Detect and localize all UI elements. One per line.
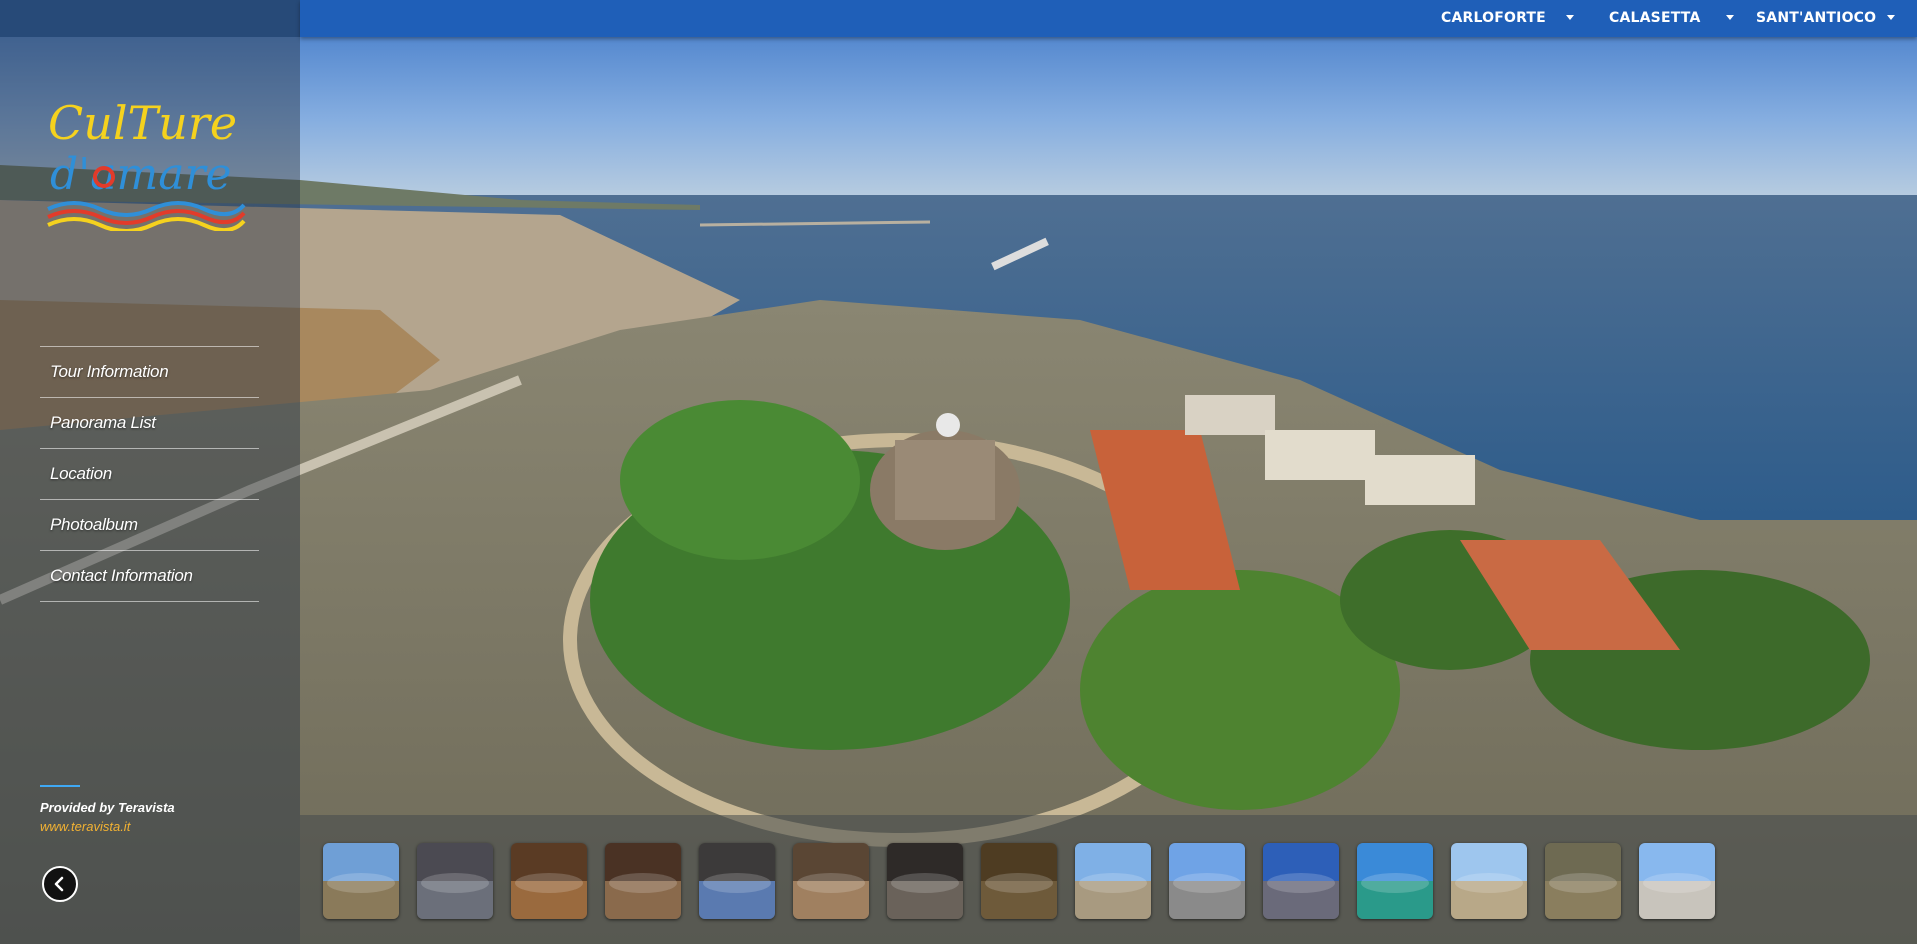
thumbnail-image bbox=[699, 843, 775, 919]
thumbnail-image bbox=[981, 843, 1057, 919]
nav-santantioco-dropdown-icon[interactable] bbox=[1887, 15, 1895, 20]
thumbnail-image bbox=[511, 843, 587, 919]
thumbnail-image bbox=[605, 843, 681, 919]
sidebar: CulTure d'amare Tour Information Panoram… bbox=[0, 37, 300, 944]
credit-link[interactable]: www.teravista.it bbox=[40, 819, 130, 834]
thumbnail-image bbox=[887, 843, 963, 919]
thumbnail-image bbox=[323, 843, 399, 919]
thumbnail-image bbox=[1545, 843, 1621, 919]
nav-carloforte[interactable]: CARLOFORTE bbox=[1441, 0, 1546, 37]
thumb-aerial-fort[interactable] bbox=[323, 843, 399, 919]
topbar-left-area bbox=[0, 0, 300, 37]
credit-label: Provided by Teravista bbox=[40, 800, 175, 815]
thumb-interior-brown[interactable] bbox=[981, 843, 1057, 919]
chevron-left-icon bbox=[54, 876, 64, 892]
menu-location[interactable]: Location bbox=[50, 449, 112, 499]
thumbnail-image bbox=[1451, 843, 1527, 919]
thumb-interior-warm[interactable] bbox=[511, 843, 587, 919]
thumb-interior-vault[interactable] bbox=[605, 843, 681, 919]
menu-contact-information[interactable]: Contact Information bbox=[50, 551, 193, 601]
thumbnail-image bbox=[417, 843, 493, 919]
nav-calasetta-dropdown-icon[interactable] bbox=[1726, 15, 1734, 20]
thumb-interior-stone[interactable] bbox=[417, 843, 493, 919]
logo-text-line2: d'amare bbox=[50, 149, 232, 200]
menu-photoalbum[interactable]: Photoalbum bbox=[50, 500, 138, 550]
thumbnail-image bbox=[1357, 843, 1433, 919]
top-navigation-bar: CARLOFORTE CALASETTA SANT'ANTIOCO bbox=[300, 0, 1917, 37]
thumbnail-strip bbox=[300, 815, 1917, 944]
culture-damare-logo[interactable]: CulTure d'amare bbox=[44, 81, 254, 231]
thumb-town-view[interactable] bbox=[1169, 843, 1245, 919]
menu-tour-information[interactable]: Tour Information bbox=[50, 347, 169, 397]
menu-panorama-list[interactable]: Panorama List bbox=[50, 398, 156, 448]
thumbnail-image bbox=[1263, 843, 1339, 919]
nav-santantioco[interactable]: SANT'ANTIOCO bbox=[1756, 0, 1876, 37]
thumb-field[interactable] bbox=[1545, 843, 1621, 919]
logo-text-line1: CulTure bbox=[48, 96, 237, 150]
credit-accent-line bbox=[40, 785, 80, 787]
thumb-interior-dark[interactable] bbox=[887, 843, 963, 919]
thumbnail-image bbox=[793, 843, 869, 919]
thumb-terrace[interactable] bbox=[1075, 843, 1151, 919]
thumbnail-image bbox=[1075, 843, 1151, 919]
thumb-coast[interactable] bbox=[1357, 843, 1433, 919]
thumb-interior-blue[interactable] bbox=[699, 843, 775, 919]
thumbnail-image bbox=[1639, 843, 1715, 919]
thumb-clouds[interactable] bbox=[1639, 843, 1715, 919]
thumb-tower-blue[interactable] bbox=[1263, 843, 1339, 919]
thumb-interior-arch[interactable] bbox=[793, 843, 869, 919]
menu-divider bbox=[40, 601, 259, 602]
nav-calasetta[interactable]: CALASETTA bbox=[1609, 0, 1700, 37]
thumb-tower-white[interactable] bbox=[1451, 843, 1527, 919]
nav-carloforte-dropdown-icon[interactable] bbox=[1566, 15, 1574, 20]
thumbnail-image bbox=[1169, 843, 1245, 919]
back-button[interactable] bbox=[42, 866, 78, 902]
